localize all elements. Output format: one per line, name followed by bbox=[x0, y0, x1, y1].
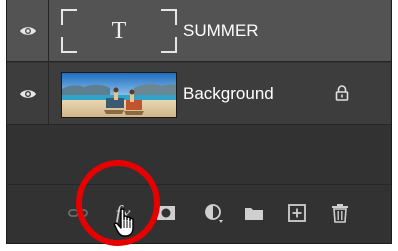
new-adjustment-layer-button[interactable] bbox=[203, 202, 225, 224]
new-group-button[interactable] bbox=[243, 202, 265, 224]
image-layer-thumbnail[interactable] bbox=[61, 72, 177, 118]
layers-panel: T SUMMER Background bbox=[6, 0, 392, 244]
eye-icon[interactable] bbox=[19, 88, 37, 100]
trash-icon bbox=[332, 204, 348, 223]
adjustment-icon bbox=[205, 204, 223, 223]
new-layer-icon bbox=[288, 204, 306, 222]
lock-icon[interactable] bbox=[335, 85, 349, 101]
visibility-toggle[interactable] bbox=[7, 63, 49, 124]
type-glyph: T bbox=[111, 18, 127, 44]
beach-photo bbox=[62, 73, 176, 117]
type-layer-thumbnail[interactable]: T bbox=[61, 9, 177, 53]
delete-layer-button[interactable] bbox=[329, 202, 351, 224]
layer-name[interactable]: Background bbox=[183, 63, 274, 125]
layer-row-background[interactable]: Background bbox=[7, 63, 391, 125]
layers-toolbar: fx bbox=[7, 184, 391, 243]
folder-icon bbox=[245, 208, 263, 220]
layer-name[interactable]: SUMMER bbox=[183, 0, 259, 62]
visibility-toggle[interactable] bbox=[7, 0, 49, 61]
new-layer-button[interactable] bbox=[286, 202, 308, 224]
eye-icon[interactable] bbox=[19, 25, 37, 37]
layer-row-summer[interactable]: T SUMMER bbox=[7, 0, 391, 62]
hand-cursor-icon bbox=[113, 208, 134, 237]
